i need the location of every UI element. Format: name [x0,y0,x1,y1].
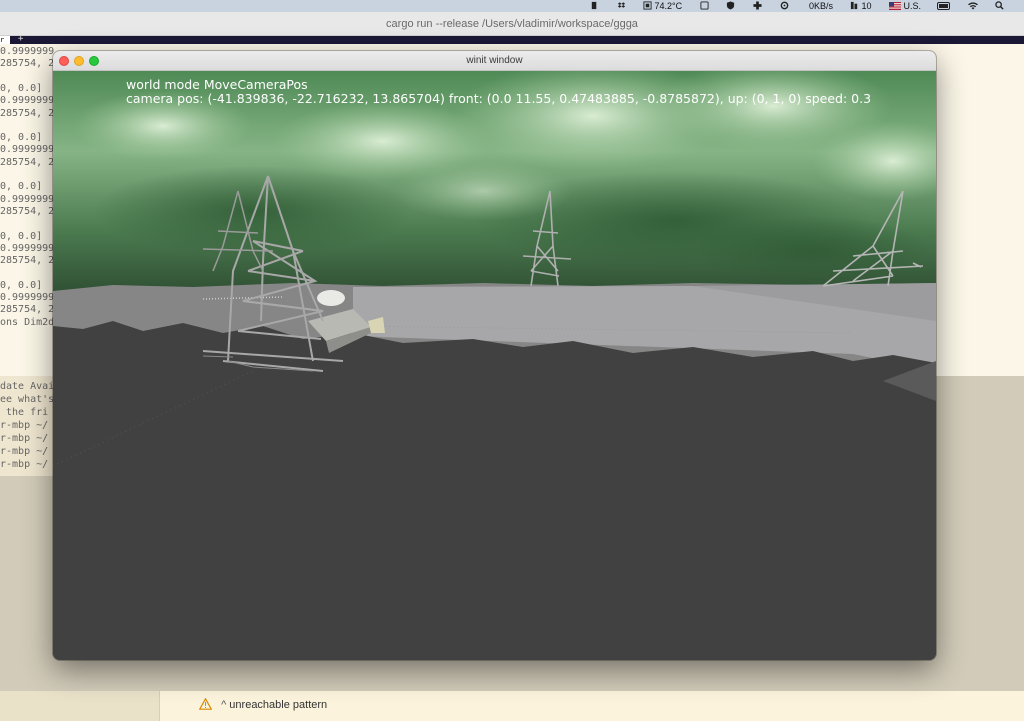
shield-icon[interactable] [726,0,735,12]
terminal-line: 285754, 2 [0,205,55,217]
status-icon[interactable] [590,0,599,12]
editor-diagnostics-bar: ^ unreachable pattern [0,691,1024,721]
terminal-line: 285754, 2 [0,156,55,168]
hud-camera: camera pos: (-41.839836, -22.716232, 13.… [126,91,872,106]
terminal-line: 285754, 2 [0,255,55,267]
window-icon[interactable] [700,0,709,12]
winit-window[interactable]: winit window world mode MoveCameraPos ca… [53,51,936,660]
terminal-tab-bar: r + [0,34,1024,44]
impact-flash [317,290,345,306]
terminal-line: 0, 0.0] [0,279,43,291]
hud-mode: world mode MoveCameraPos [126,77,308,92]
chevron-icon[interactable]: ^ [221,699,226,711]
terminal-line: 0.9999999 [0,95,55,107]
terminal-line: 0.9999999 [0,144,55,156]
dropbox-icon[interactable] [617,0,626,12]
winit-title: winit window [466,55,523,66]
zoom-button[interactable] [89,56,99,66]
temperature-value: 74.2°C [654,1,683,11]
terminal-line: 0, 0.0] [0,230,43,242]
terminal-line: ee what's [0,394,55,405]
terminal-line: 0.9999999 [0,292,55,303]
hud-overlay: world mode MoveCameraPos camera pos: (-4… [126,78,871,106]
plus-icon[interactable] [753,0,762,12]
terminal-line: 0.9999999 [0,193,55,205]
gear-icon[interactable] [780,0,789,12]
battery-icon[interactable] [937,0,951,12]
terminal-title-bar[interactable]: cargo run --release /Users/vladimir/work… [0,12,1024,36]
warning-message[interactable]: ^ unreachable pattern [198,695,328,715]
editor-gutter [0,691,160,721]
terminal-line: 0, 0.0] [0,132,43,144]
terminal-line: 0.9999999 [0,46,55,57]
terminal-title: cargo run --release /Users/vladimir/work… [386,18,638,30]
terminal-line: 285754, 2 [0,107,55,119]
memory-indicator[interactable]: 10 [850,0,872,12]
memory-value: 10 [861,1,872,11]
minimize-button[interactable] [74,56,84,66]
warning-icon [198,697,213,710]
terminal-line: date Avai [0,381,55,392]
terminal-tab[interactable]: r [0,36,10,44]
render-viewport[interactable]: world mode MoveCameraPos camera pos: (-4… [53,71,936,660]
terminal-line: 285754, 2 [0,304,55,316]
terminal-line: the fri [0,407,49,418]
close-button[interactable] [59,56,69,66]
near-ground [53,321,936,660]
new-tab-button[interactable]: + [18,34,23,44]
menu-bar: 74.2°C 0KB/s 10 U.S. [0,0,1024,12]
input-source-label: U.S. [903,1,922,11]
wifi-icon[interactable] [967,0,979,12]
terminal-line: r-mbp ~/ [0,433,49,444]
terminal-line: 0.9999999 [0,242,55,254]
network-speed[interactable]: 0KB/s [809,0,833,12]
terminal-line: 0, 0.0] [0,181,43,193]
terminal-line: r-mbp ~/ [0,459,49,470]
warning-text: unreachable pattern [229,699,328,711]
terminal-line: r-mbp ~/ [0,446,49,457]
search-icon[interactable] [995,0,1004,12]
terminal-line: ons Dim2d [0,316,55,328]
terminal-line: 285754, 2 [0,58,55,70]
lower-terminal-output[interactable]: date Avai ee what's the fri r-mbp ~/ r-mbp … [0,376,60,476]
terminal-line: 0, 0.0] [0,82,43,94]
winit-title-bar[interactable]: winit window [53,51,936,71]
terminal-line: r-mbp ~/ [0,420,49,431]
scene-canvas [53,71,936,660]
cpu-temperature[interactable]: 74.2°C [643,0,682,12]
input-source[interactable]: U.S. [889,0,921,12]
